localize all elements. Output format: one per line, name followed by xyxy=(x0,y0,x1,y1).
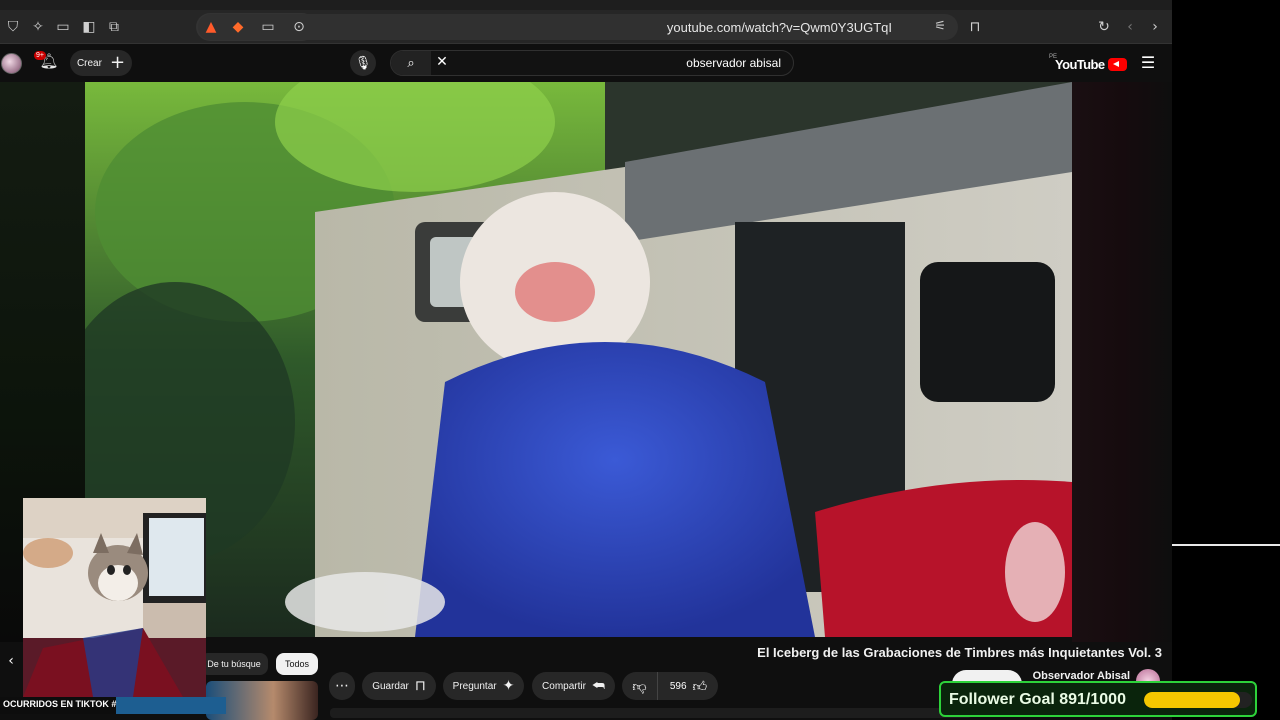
ask-button[interactable]: Preguntar ✦ xyxy=(443,672,524,700)
video-frame xyxy=(85,82,1072,637)
search-input[interactable]: ⌕ ✕ observador abisal xyxy=(390,50,794,76)
like-dislike-group: 👎︎ 596 👍︎ xyxy=(622,672,718,700)
ambient-right xyxy=(1072,82,1172,642)
search-icon[interactable]: ⌕ xyxy=(391,51,431,75)
lens-icon[interactable]: ⊙ xyxy=(288,16,310,38)
save-label: Guardar xyxy=(372,680,409,692)
voice-search-mic-icon[interactable]: 🎙︎ xyxy=(350,50,376,76)
account-avatar[interactable] xyxy=(1,53,22,74)
create-button[interactable]: Crear + xyxy=(70,50,132,76)
youtube-header: 🔔︎ 9+ Crear + 🎙︎ ⌕ ✕ observador abisal P… xyxy=(0,44,1172,82)
save-button[interactable]: Guardar ⊓ xyxy=(362,672,436,700)
share-icon: ⮪ xyxy=(591,678,605,694)
shield-icon[interactable]: ⛉ xyxy=(2,16,24,38)
bat-icon[interactable]: ◆ xyxy=(227,16,249,38)
back-icon[interactable]: ‹ xyxy=(1119,16,1141,38)
follower-goal-label: Follower Goal 891/1000 xyxy=(949,691,1126,708)
url-text: youtube.com/watch?v=Qwm0Y3UGTqI xyxy=(666,20,892,35)
tab-icon[interactable]: ▭ xyxy=(52,16,74,38)
like-count: 596 xyxy=(669,680,687,692)
sparkle-icon: ✦ xyxy=(502,678,515,694)
forward-icon[interactable]: › xyxy=(1144,16,1166,38)
cast-icon[interactable]: ▭ xyxy=(257,16,279,38)
tab-search-icon[interactable]: ⧉ xyxy=(103,16,125,38)
search-value: observador abisal xyxy=(686,56,781,70)
follower-goal-track xyxy=(1144,692,1252,708)
browser-toolbar: ⛉ ✧ ▭ ◧ ⧉ youtube.com/watch?v=Qwm0Y3UGTq… xyxy=(0,10,1172,44)
logo-text: YouTube xyxy=(1055,56,1105,72)
video-player[interactable] xyxy=(85,82,1072,637)
like-button[interactable]: 596 👍︎ xyxy=(659,672,718,700)
youtube-logo[interactable]: YouTube xyxy=(1055,56,1127,72)
stream-canvas: ⛉ ✧ ▭ ◧ ⧉ youtube.com/watch?v=Qwm0Y3UGTq… xyxy=(0,0,1280,720)
tiktok-banner-accent xyxy=(116,697,226,714)
tune-icon[interactable]: ⚟ xyxy=(934,19,946,34)
tiktok-banner: OCURRIDOS EN TIKTOK # xyxy=(0,697,226,714)
webcam-overlay xyxy=(23,498,206,697)
menu-icon[interactable]: ☰ xyxy=(1138,53,1158,73)
video-title: El Iceberg de las Grabaciones de Timbres… xyxy=(757,645,1162,660)
share-button[interactable]: Compartir ⮪ xyxy=(532,672,615,700)
dislike-icon[interactable]: 👎︎ xyxy=(622,672,658,700)
create-label: Crear xyxy=(76,57,102,69)
window-tabstrip xyxy=(0,0,1172,10)
tiktok-banner-text: OCURRIDOS EN TIKTOK # xyxy=(3,699,117,709)
follower-goal-fill xyxy=(1144,692,1241,708)
chips-prev-icon[interactable]: ‹ xyxy=(2,653,20,675)
ask-label: Preguntar xyxy=(452,680,497,692)
webcam-frame xyxy=(23,498,206,697)
horizontal-scrollbar[interactable] xyxy=(330,708,972,718)
sidebar-icon[interactable]: ◧ xyxy=(78,16,100,38)
youtube-play-icon xyxy=(1108,57,1127,71)
clear-search-icon[interactable]: ✕ xyxy=(433,54,451,72)
share-label: Compartir xyxy=(542,680,586,692)
plus-icon: + xyxy=(109,52,126,73)
chip-all[interactable]: Todos xyxy=(276,653,318,675)
bookmark-icon[interactable]: ⊓ xyxy=(964,16,986,38)
bookmark-save-icon: ⊓ xyxy=(414,678,426,694)
more-icon: ⋯ xyxy=(335,678,349,694)
extension-icon[interactable]: ✧ xyxy=(27,16,49,38)
address-bar[interactable]: youtube.com/watch?v=Qwm0Y3UGTqI ⚟ xyxy=(198,14,958,40)
reload-icon[interactable]: ↻ xyxy=(1093,16,1115,38)
more-actions-button[interactable]: ⋯ xyxy=(329,672,355,700)
follower-goal-widget: Follower Goal 891/1000 xyxy=(939,681,1257,717)
brave-icon[interactable]: ▲ xyxy=(200,16,222,38)
like-icon: 👍︎ xyxy=(692,678,708,695)
chip-from-search[interactable]: De tu búsque xyxy=(200,653,268,675)
notification-badge: 9+ xyxy=(34,51,46,60)
divider-line xyxy=(1172,544,1280,546)
